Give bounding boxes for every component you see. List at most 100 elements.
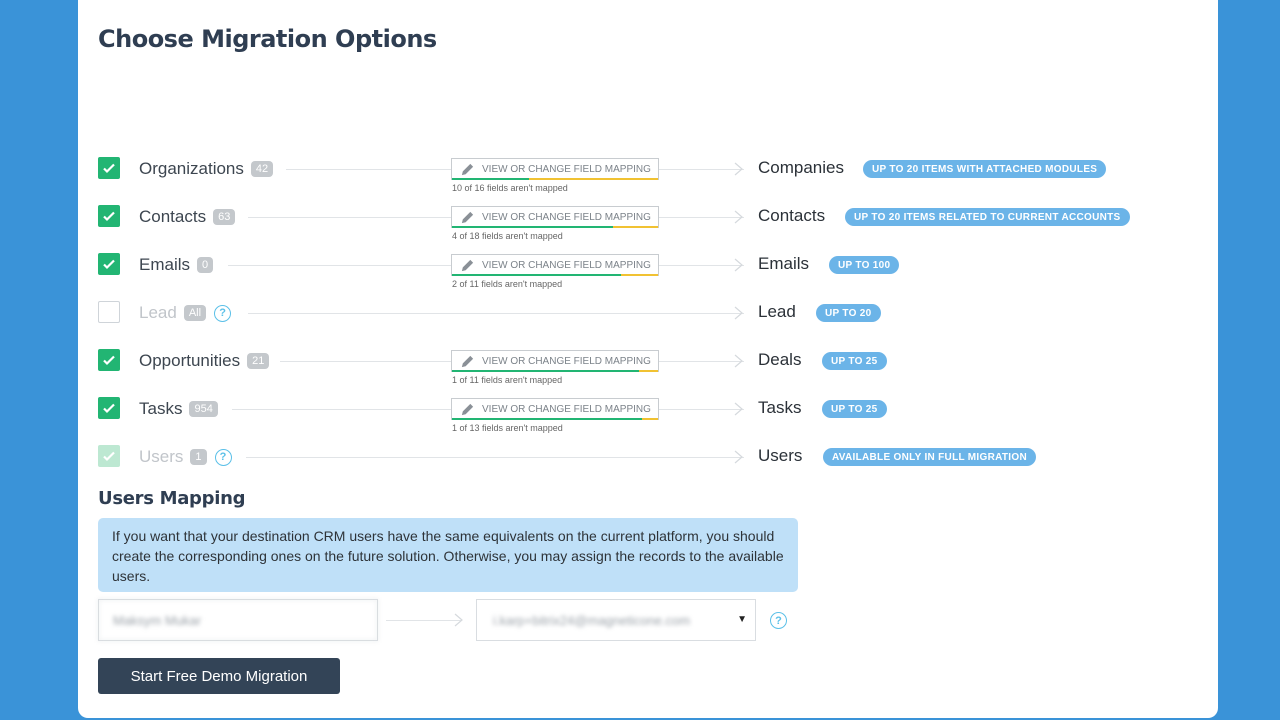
users-mapping-info: If you want that your destination CRM us… [98,518,798,592]
map-button-label: VIEW OR CHANGE FIELD MAPPING [482,355,651,367]
limit-badge: UP TO 25 [822,400,887,418]
check-icon [103,259,115,270]
help-icon[interactable]: ? [214,448,232,466]
mapping-progress-bar [452,226,658,228]
source-label: Tasks [139,399,183,418]
target-user-select[interactable]: i.karp+bitrix24@magneticone.com ▼ [476,599,756,641]
limit-badge: UP TO 25 [822,352,887,370]
connector-line [228,265,451,266]
start-demo-migration-button[interactable]: Start Free Demo Migration [98,658,340,694]
migration-row-lead: Lead All? Lead UP TO 20 [98,299,1198,329]
target-deals: Deals [758,350,802,369]
target-companies: Companies [758,158,844,177]
mapping-note: 4 of 18 fields aren't mapped [452,231,563,241]
mapping-progress-bar [452,370,658,372]
arrow-right-icon [734,450,743,464]
target-tasks: Tasks [758,398,802,417]
count-badge: 63 [213,209,236,225]
target-contacts: Contacts [758,206,826,225]
contacts-checkbox[interactable] [98,205,120,227]
emails-field-mapping-button[interactable]: VIEW OR CHANGE FIELD MAPPING [451,254,659,276]
arrow-right-icon [734,162,743,176]
emails-checkbox[interactable] [98,253,120,275]
users-checkbox [98,445,120,467]
tasks-checkbox[interactable] [98,397,120,419]
limit-badge: UP TO 20 ITEMS RELATED TO CURRENT ACCOUN… [845,208,1130,226]
target-emails: Emails [758,254,810,273]
check-icon [103,451,115,462]
limit-badge: AVAILABLE ONLY IN FULL MIGRATION [823,448,1036,466]
mapping-note: 1 of 13 fields aren't mapped [452,423,563,433]
connector-line [386,620,461,621]
check-icon [103,355,115,366]
source-users: Users 1? [139,447,232,467]
source-label: Organizations [139,159,244,178]
limit-badge: UP TO 20 [816,304,881,322]
tasks-field-mapping-button[interactable]: VIEW OR CHANGE FIELD MAPPING [451,398,659,420]
check-icon [103,211,115,222]
connector-line [248,313,744,314]
target-users: Users [758,446,803,465]
target-user-value: i.karp+bitrix24@magneticone.com [493,613,691,628]
migration-row-contacts: Contacts 63 VIEW OR CHANGE FIELD MAPPING … [98,203,1198,241]
count-badge: 954 [189,401,218,417]
arrow-right-icon [734,354,743,368]
mapping-progress-fill [452,226,613,228]
count-badge: All [183,305,207,321]
mapping-progress-fill [452,418,642,420]
source-user-name: Maksym Mukar [98,599,378,641]
migration-row-emails: Emails 0 VIEW OR CHANGE FIELD MAPPING 2 o… [98,251,1198,289]
page-title: Choose Migration Options [98,25,437,53]
migration-row-organizations: Organizations 42 VIEW OR CHANGE FIELD MAP… [98,155,1198,193]
users-mapping-title: Users Mapping [98,488,246,509]
mapping-progress-fill [452,274,621,276]
migration-options-card: Choose Migration Options Organizations 42… [78,0,1218,718]
mapping-note: 2 of 11 fields aren't mapped [452,279,563,289]
mapping-progress-bar [452,418,658,420]
mapping-note: 1 of 11 fields aren't mapped [452,375,563,385]
check-icon [103,403,115,414]
mapping-progress-fill [452,178,530,180]
count-badge: 21 [247,353,270,369]
pencil-icon [461,355,474,367]
limit-badge: UP TO 100 [829,256,900,274]
opportunities-field-mapping-button[interactable]: VIEW OR CHANGE FIELD MAPPING [451,350,659,372]
lead-checkbox[interactable] [98,301,120,323]
source-opportunities: Opportunities 21 [139,351,270,371]
help-icon[interactable]: ? [770,612,787,629]
organizations-checkbox[interactable] [98,157,120,179]
migration-row-tasks: Tasks 954 VIEW OR CHANGE FIELD MAPPING 1 … [98,395,1198,433]
help-icon[interactable]: ? [214,304,232,322]
dropdown-caret-icon: ▼ [737,614,747,625]
map-button-label: VIEW OR CHANGE FIELD MAPPING [482,259,651,271]
connector-line [232,409,451,410]
source-label: Users [139,447,184,466]
connector-line [286,169,451,170]
count-badge: 0 [197,257,214,273]
pencil-icon [461,211,474,223]
source-organizations: Organizations 42 [139,159,274,179]
connector-line [280,361,451,362]
organizations-field-mapping-button[interactable]: VIEW OR CHANGE FIELD MAPPING [451,158,659,180]
arrow-right-icon [454,613,463,627]
opportunities-checkbox[interactable] [98,349,120,371]
map-button-label: VIEW OR CHANGE FIELD MAPPING [482,211,651,223]
map-button-label: VIEW OR CHANGE FIELD MAPPING [482,403,651,415]
limit-badge: UP TO 20 ITEMS WITH ATTACHED MODULES [863,160,1107,178]
source-label: Lead [139,303,177,322]
arrow-right-icon [734,306,743,320]
connector-line [246,457,744,458]
source-contacts: Contacts 63 [139,207,236,227]
target-lead: Lead [758,302,796,321]
source-tasks: Tasks 954 [139,399,218,419]
migration-row-opportunities: Opportunities 21 VIEW OR CHANGE FIELD MAP… [98,347,1198,385]
mapping-progress-bar [452,178,658,180]
mapping-progress-bar [452,274,658,276]
contacts-field-mapping-button[interactable]: VIEW OR CHANGE FIELD MAPPING [451,206,659,228]
pencil-icon [461,403,474,415]
count-badge: 42 [250,161,274,177]
source-lead: Lead All? [139,303,232,323]
map-button-label: VIEW OR CHANGE FIELD MAPPING [482,163,651,175]
connector-line [248,217,451,218]
arrow-right-icon [734,210,743,224]
